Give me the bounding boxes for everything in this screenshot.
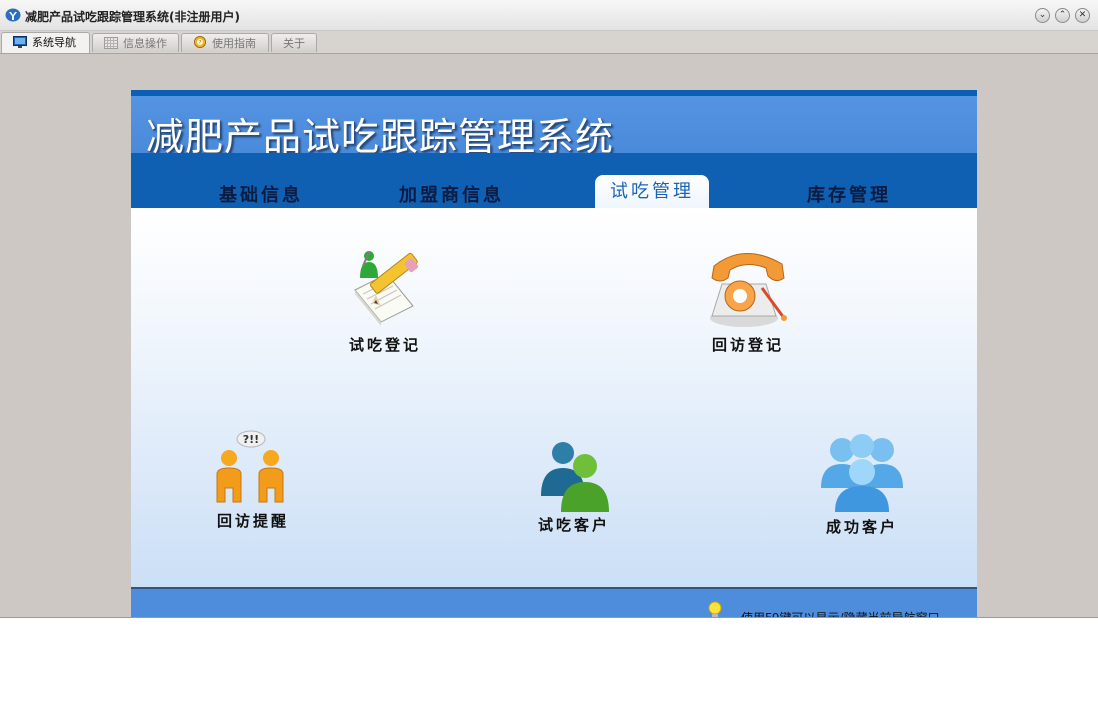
item-label: 试吃登记 bbox=[348, 336, 421, 354]
app-window: 减肥产品试吃跟踪管理系统(非注册用户) ⌄ ⌃ ✕ 系统导航 信息操作 ? 使用… bbox=[0, 0, 1098, 618]
main-area: 试吃登记 回访登记 ?!! 回访提醒 试吃客户 成功客户 bbox=[131, 208, 977, 587]
monitor-icon bbox=[13, 36, 27, 48]
banner: 减肥产品试吃跟踪管理系统 bbox=[131, 96, 977, 159]
svg-text:?!!: ?!! bbox=[243, 433, 259, 446]
trial-customers-button[interactable]: 试吃客户 bbox=[524, 440, 624, 535]
maximize-button[interactable]: ⌃ bbox=[1055, 8, 1070, 23]
chevron-down-icon: ⌄ bbox=[1038, 10, 1047, 20]
grid-icon bbox=[104, 37, 118, 49]
nav-tab-trial-management[interactable]: 试吃管理 bbox=[595, 175, 709, 209]
window-title: 减肥产品试吃跟踪管理系统(非注册用户) bbox=[25, 10, 240, 24]
tab-label: 系统导航 bbox=[32, 36, 76, 49]
followup-reminder-button[interactable]: ?!! 回访提醒 bbox=[203, 430, 303, 531]
people-alert-icon: ?!! bbox=[216, 430, 284, 503]
successful-customers-button[interactable]: 成功客户 bbox=[812, 434, 912, 537]
user-group-icon bbox=[821, 434, 903, 512]
nav-tab-inventory-management[interactable]: 库存管理 bbox=[807, 181, 891, 207]
telephone-icon bbox=[710, 253, 787, 327]
followup-register-button[interactable]: 回访登记 bbox=[698, 248, 798, 355]
item-label: 成功客户 bbox=[825, 518, 898, 536]
tab-label: 关于 bbox=[283, 37, 305, 50]
item-label: 试吃客户 bbox=[537, 516, 610, 534]
close-icon: ✕ bbox=[1078, 10, 1087, 20]
register-pencil-icon bbox=[354, 251, 419, 326]
nav-tab-basic-info[interactable]: 基础信息 bbox=[219, 181, 303, 207]
trial-register-button[interactable]: 试吃登记 bbox=[335, 248, 435, 355]
close-button[interactable]: ✕ bbox=[1075, 8, 1090, 23]
chevron-up-icon: ⌃ bbox=[1058, 10, 1067, 20]
nav-tab-franchisee-info[interactable]: 加盟商信息 bbox=[399, 181, 504, 207]
item-label: 回访登记 bbox=[711, 336, 784, 354]
title-bar: 减肥产品试吃跟踪管理系统(非注册用户) ⌄ ⌃ ✕ bbox=[0, 0, 1098, 31]
tab-user-guide[interactable]: ? 使用指南 bbox=[181, 33, 269, 52]
app-logo-icon bbox=[5, 8, 21, 22]
tab-bar: 系统导航 信息操作 ? 使用指南 关于 bbox=[0, 31, 1098, 54]
svg-text:?: ? bbox=[199, 40, 202, 46]
footer-bar: 使用F9键可以显示/隐藏当前导航窗口 bbox=[131, 589, 977, 617]
minimize-button[interactable]: ⌄ bbox=[1035, 8, 1050, 23]
lightbulb-icon bbox=[708, 601, 722, 617]
item-label: 回访提醒 bbox=[216, 512, 289, 530]
tab-label: 信息操作 bbox=[123, 37, 167, 50]
tab-label: 使用指南 bbox=[212, 37, 256, 50]
tab-system-nav[interactable]: 系统导航 bbox=[1, 32, 90, 53]
module-nav: 基础信息 加盟商信息 试吃管理 库存管理 bbox=[131, 153, 977, 209]
two-users-icon bbox=[541, 442, 609, 512]
guide-icon: ? bbox=[194, 36, 206, 48]
tab-info-ops[interactable]: 信息操作 bbox=[92, 33, 179, 52]
tab-about[interactable]: 关于 bbox=[271, 33, 317, 52]
navigation-panel: 减肥产品试吃跟踪管理系统 基础信息 加盟商信息 试吃管理 库存管理 试吃登记 回… bbox=[131, 90, 977, 617]
footer-tip: 使用F9键可以显示/隐藏当前导航窗口 bbox=[741, 609, 940, 617]
